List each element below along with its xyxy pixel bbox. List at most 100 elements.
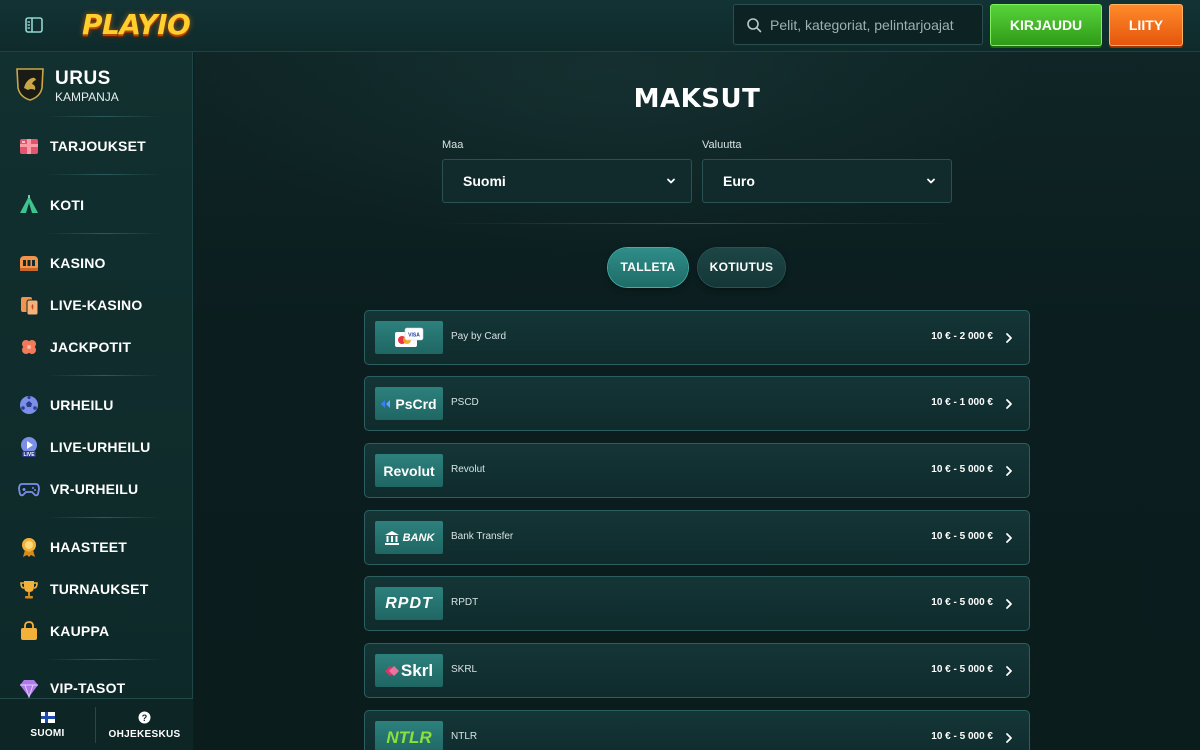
sidebar-item-tarjoukset[interactable]: TARJOUKSET <box>18 132 188 160</box>
payment-row-ntlr[interactable]: NTLR NTLR 10 € - 5 000 € <box>364 710 1030 750</box>
sidebar-toggle-icon[interactable] <box>24 15 44 35</box>
soccer-ball-icon <box>18 394 40 416</box>
card-payment-logo: VISA <box>375 321 443 354</box>
sidebar-item-kauppa[interactable]: KAUPPA <box>18 617 188 645</box>
sidebar-item-turnaukset[interactable]: TURNAUKSET <box>18 575 188 603</box>
sidebar-item-label: LIVE-URHEILU <box>50 439 151 455</box>
payment-range: 10 € - 5 000 € <box>931 664 993 675</box>
revolut-logo: Revolut <box>375 454 443 487</box>
sidebar-item-live-kasino[interactable]: LIVE-KASINO <box>18 291 188 319</box>
payment-name: NTLR <box>451 731 478 742</box>
gamepad-icon <box>18 478 40 500</box>
campaign-banner[interactable]: URUS KAMPANJA <box>14 66 184 106</box>
ntlr-logo: NTLR <box>375 721 443 750</box>
tab-withdrawal[interactable]: KOTIUTUS <box>698 248 785 287</box>
payment-row-bank-transfer[interactable]: BANK Bank Transfer 10 € - 5 000 € <box>364 510 1030 565</box>
chevron-right-icon <box>1006 333 1012 343</box>
revolut-logo-text: Revolut <box>383 462 435 479</box>
chevron-down-icon <box>667 178 675 184</box>
skrl-logo-text: Skrl <box>400 660 434 680</box>
payment-name: RPDT <box>451 597 479 608</box>
payment-name: Pay by Card <box>451 331 507 342</box>
currency-select[interactable]: Euro <box>702 159 952 203</box>
live-play-icon: LIVE <box>18 436 40 458</box>
bank-transfer-logo: BANK <box>375 521 443 554</box>
pscd-logo-text: PsCrd <box>395 395 437 412</box>
medal-icon <box>18 536 40 558</box>
chevron-right-icon <box>1006 733 1012 743</box>
clover-icon <box>18 336 40 358</box>
sidebar-divider <box>46 233 162 234</box>
sidebar-item-label: HAASTEET <box>50 539 128 555</box>
rpdt-logo-text: RPDT <box>385 594 433 612</box>
bank-logo-text: BANK <box>402 531 435 544</box>
trophy-icon <box>18 578 40 600</box>
sidebar-item-label: LIVE-KASINO <box>50 297 143 313</box>
sidebar: URUS KAMPANJA TARJOUKSET KOTI KASINO LIV… <box>0 52 193 750</box>
gift-box-icon <box>18 135 40 157</box>
pscd-logo: PsCrd <box>375 387 443 420</box>
chevron-down-icon <box>927 178 935 184</box>
country-label: Maa <box>442 139 464 151</box>
sidebar-divider <box>46 174 162 175</box>
sidebar-item-label: KOTI <box>50 197 85 213</box>
payment-row-revolut[interactable]: Revolut Revolut 10 € - 5 000 € <box>364 443 1030 498</box>
chevron-right-icon <box>1006 466 1012 476</box>
chevron-right-icon <box>1006 399 1012 409</box>
sidebar-divider <box>46 659 162 660</box>
top-bar: PLAYIO KIRJAUDU LIITY <box>0 0 1200 52</box>
payment-name: PSCD <box>451 397 479 408</box>
sidebar-item-label: KAUPPA <box>50 623 110 639</box>
sidebar-item-vr-urheilu[interactable]: VR-URHEILU <box>18 475 188 503</box>
sidebar-item-label: TARJOUKSET <box>50 138 146 154</box>
campaign-subtitle: KAMPANJA <box>55 90 119 104</box>
chevron-right-icon <box>1006 666 1012 676</box>
help-icon: ? <box>138 711 151 723</box>
sidebar-item-label: KASINO <box>50 255 106 271</box>
main-content: MAKSUT Maa Suomi Valuutta Euro TALLETA K… <box>194 52 1200 750</box>
search-box[interactable] <box>733 4 983 45</box>
sidebar-item-label: VR-URHEILU <box>50 481 139 497</box>
tab-deposit[interactable]: TALLETA <box>608 248 688 287</box>
help-center-label: OHJEKESKUS <box>108 728 181 740</box>
sidebar-divider <box>46 116 162 117</box>
currency-value: Euro <box>723 173 755 189</box>
payment-range: 10 € - 2 000 € <box>931 331 993 342</box>
sidebar-divider <box>46 517 162 518</box>
sidebar-item-kasino[interactable]: KASINO <box>18 249 188 277</box>
playing-cards-icon <box>18 294 40 316</box>
payment-row-rpdt[interactable]: RPDT RPDT 10 € - 5 000 € <box>364 576 1030 631</box>
rpdt-logo: RPDT <box>375 587 443 620</box>
payment-name: Revolut <box>451 464 485 475</box>
sidebar-item-jackpotit[interactable]: JACKPOTIT <box>18 333 188 361</box>
sidebar-item-label: TURNAUKSET <box>50 581 149 597</box>
sidebar-item-haasteet[interactable]: HAASTEET <box>18 533 188 561</box>
payment-range: 10 € - 5 000 € <box>931 464 993 475</box>
svg-text:LIVE: LIVE <box>23 452 35 458</box>
sidebar-item-koti[interactable]: KOTI <box>18 191 188 219</box>
sidebar-item-live-urheilu[interactable]: LIVE LIVE-URHEILU <box>18 433 188 461</box>
chevron-right-icon <box>1006 599 1012 609</box>
sidebar-item-label: URHEILU <box>50 397 114 413</box>
payment-range: 10 € - 5 000 € <box>931 531 993 542</box>
payment-name: SKRL <box>451 664 478 675</box>
payment-row-pscd[interactable]: PsCrd PSCD 10 € - 1 000 € <box>364 376 1030 431</box>
tent-home-icon <box>18 194 40 216</box>
skrl-logo: Skrl <box>375 654 443 687</box>
payment-row-skrl[interactable]: Skrl SKRL 10 € - 5 000 € <box>364 643 1030 698</box>
login-button[interactable]: KIRJAUDU <box>990 4 1102 46</box>
join-button[interactable]: LIITY <box>1109 4 1183 46</box>
payment-range: 10 € - 5 000 € <box>931 597 993 608</box>
chevron-right-icon <box>1006 533 1012 543</box>
brand-logo[interactable]: PLAYIO <box>82 7 191 43</box>
search-input[interactable] <box>770 16 970 33</box>
language-button[interactable]: SUOMI <box>0 699 95 750</box>
payment-row-card[interactable]: VISA Pay by Card 10 € - 2 000 € <box>364 310 1030 365</box>
payment-name: Bank Transfer <box>451 531 514 542</box>
help-center-button[interactable]: ? OHJEKESKUS <box>96 699 193 750</box>
language-label: SUOMI <box>30 727 65 739</box>
payment-range: 10 € - 1 000 € <box>931 397 993 408</box>
sidebar-item-urheilu[interactable]: URHEILU <box>18 391 188 419</box>
sidebar-item-label: JACKPOTIT <box>50 339 132 355</box>
country-select[interactable]: Suomi <box>442 159 692 203</box>
